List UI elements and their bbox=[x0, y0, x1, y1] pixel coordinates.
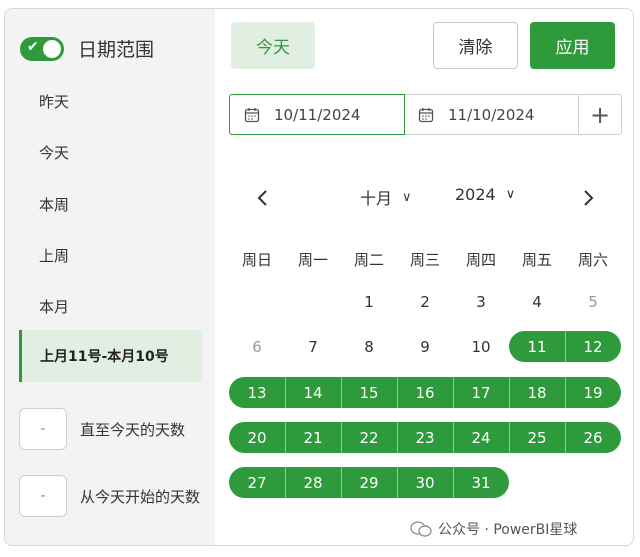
calendar-day-selected[interactable]: 16 bbox=[397, 377, 453, 408]
calendar-day[interactable]: 5 bbox=[565, 286, 621, 317]
end-date-field[interactable]: 11/10/2024 bbox=[405, 94, 579, 135]
calendar-day[interactable]: 6 bbox=[229, 331, 285, 362]
days-from-today-row: - 从今天开始的天数 bbox=[19, 475, 200, 517]
calendar-day[interactable]: 10 bbox=[453, 331, 509, 362]
calendar-day-selected[interactable]: 26 bbox=[565, 422, 621, 453]
next-month-icon[interactable] bbox=[581, 189, 595, 207]
chevron-down-icon: ∨ bbox=[505, 187, 516, 202]
weekday-label: 周日 bbox=[241, 251, 272, 269]
preset-last-week[interactable]: 上周 bbox=[39, 245, 69, 266]
calendar-day[interactable]: 3 bbox=[453, 286, 509, 317]
calendar-day-selected[interactable]: 24 bbox=[453, 422, 509, 453]
calendar-icon bbox=[418, 107, 434, 122]
calendar-day-selected[interactable]: 21 bbox=[285, 422, 341, 453]
weekday-label: 周一 bbox=[297, 251, 328, 269]
days-until-today-row: - 直至今天的天数 bbox=[19, 408, 185, 450]
calendar-day[interactable]: 8 bbox=[341, 331, 397, 362]
days-until-today-input[interactable]: - bbox=[19, 408, 67, 450]
year-value: 2024 bbox=[455, 185, 496, 204]
calendar-day-selected[interactable]: 19 bbox=[565, 377, 621, 408]
days-until-today-label: 直至今天的天数 bbox=[80, 420, 186, 439]
preset-yesterday[interactable]: 昨天 bbox=[39, 91, 69, 112]
calendar-day-selected[interactable]: 22 bbox=[341, 422, 397, 453]
calendar-day-selected[interactable]: 20 bbox=[229, 422, 285, 453]
date-range-label: 日期范围 bbox=[78, 39, 155, 61]
weekday-label: 周五 bbox=[521, 251, 552, 269]
watermark-text: 公众号 · PowerBI星球 bbox=[438, 522, 578, 538]
weekday-label: 周六 bbox=[577, 251, 608, 269]
date-range-toggle-row: ✔ 日期范围 bbox=[20, 35, 154, 62]
calendar-day-selected[interactable]: 15 bbox=[341, 377, 397, 408]
calendar-day-selected[interactable]: 28 bbox=[285, 467, 341, 498]
weekday-label: 周三 bbox=[409, 251, 440, 269]
calendar-day-selected[interactable]: 30 bbox=[397, 467, 453, 498]
calendar-day-selected[interactable]: 14 bbox=[285, 377, 341, 408]
calendar-day-selected[interactable]: 29 bbox=[341, 467, 397, 498]
calendar-day-selected[interactable]: 12 bbox=[565, 331, 621, 362]
apply-button[interactable]: 应用 bbox=[530, 22, 615, 69]
watermark: 公众号 · PowerBI星球 bbox=[410, 519, 577, 539]
weekday-label: 周四 bbox=[465, 251, 496, 269]
checkmark-icon: ✔ bbox=[27, 38, 39, 55]
calendar-day-selected[interactable]: 23 bbox=[397, 422, 453, 453]
preset-sidebar: ✔ 日期范围 昨天 今天 本周 上周 本月 上月11号-本月10号 - 直至今天… bbox=[5, 9, 215, 545]
today-button[interactable]: 今天 bbox=[231, 22, 315, 69]
date-range-toggle[interactable]: ✔ bbox=[20, 36, 64, 61]
calendar-day-selected[interactable]: 25 bbox=[509, 422, 565, 453]
calendar-day-selected[interactable]: 31 bbox=[453, 467, 509, 498]
calendar-day[interactable]: 7 bbox=[285, 331, 341, 362]
weekday-label: 周二 bbox=[353, 251, 384, 269]
calendar-icon bbox=[244, 107, 260, 122]
wechat-icon bbox=[410, 521, 432, 537]
calendar-day-selected[interactable]: 13 bbox=[229, 377, 285, 408]
calendar-day[interactable]: 2 bbox=[397, 286, 453, 317]
days-from-today-input[interactable]: - bbox=[19, 475, 67, 517]
calendar-day-selected[interactable]: 11 bbox=[509, 331, 565, 362]
start-date-value: 10/11/2024 bbox=[274, 105, 361, 124]
chevron-down-icon: ∨ bbox=[402, 189, 412, 205]
calendar-day-selected[interactable]: 18 bbox=[509, 377, 565, 408]
preset-custom-range-active[interactable]: 上月11号-本月10号 bbox=[19, 330, 202, 382]
start-date-field[interactable]: 10/11/2024 bbox=[229, 94, 405, 135]
month-value: 十月 bbox=[360, 189, 393, 208]
calendar-day[interactable]: 4 bbox=[509, 286, 565, 317]
preset-this-week[interactable]: 本周 bbox=[39, 194, 69, 215]
toggle-knob bbox=[43, 39, 61, 58]
clear-button[interactable]: 清除 bbox=[433, 22, 518, 69]
calendar-day[interactable]: 1 bbox=[341, 286, 397, 317]
preset-this-month[interactable]: 本月 bbox=[39, 296, 69, 317]
prev-month-icon[interactable] bbox=[256, 189, 270, 207]
days-from-today-label: 从今天开始的天数 bbox=[80, 487, 201, 506]
month-dropdown[interactable]: 十月 ∨ bbox=[360, 185, 412, 209]
add-range-button[interactable]: + bbox=[579, 94, 622, 135]
preset-today[interactable]: 今天 bbox=[39, 142, 69, 163]
calendar-day-selected[interactable]: 27 bbox=[229, 467, 285, 498]
date-range-picker: ✔ 日期范围 昨天 今天 本周 上周 本月 上月11号-本月10号 - 直至今天… bbox=[4, 8, 634, 546]
year-dropdown[interactable]: 2024 ∨ bbox=[455, 185, 515, 204]
calendar-day[interactable]: 9 bbox=[397, 331, 453, 362]
calendar-day-selected[interactable]: 17 bbox=[453, 377, 509, 408]
end-date-value: 11/10/2024 bbox=[448, 105, 535, 124]
